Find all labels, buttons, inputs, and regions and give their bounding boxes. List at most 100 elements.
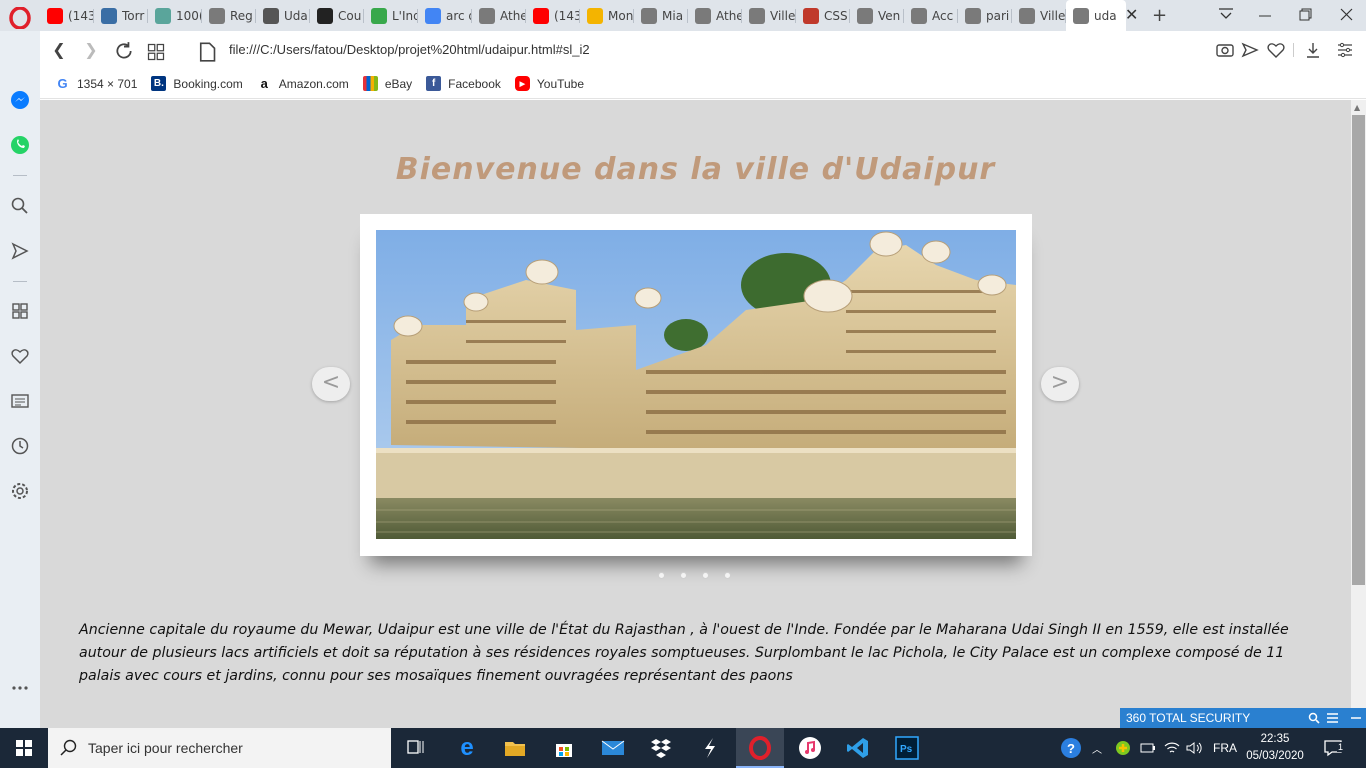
menu-icon[interactable] — [1327, 713, 1338, 723]
slider-dot-2[interactable] — [680, 572, 687, 579]
tab[interactable]: (143 — [526, 0, 580, 31]
tab[interactable]: Acc — [904, 0, 958, 31]
bookmark-ebay[interactable]: eBay — [362, 76, 413, 91]
grid-icon — [911, 7, 927, 24]
bookmark-label: Booking.com — [173, 76, 243, 91]
edge-icon[interactable]: e — [443, 728, 491, 768]
download-icon[interactable] — [1303, 40, 1323, 60]
wifi-icon[interactable] — [1164, 728, 1180, 768]
tab-close-icon[interactable]: ✕ — [1125, 7, 1139, 23]
tab[interactable]: Athe — [472, 0, 526, 31]
minimize-icon[interactable] — [1259, 15, 1271, 17]
tab[interactable]: Athe — [688, 0, 742, 31]
tab[interactable]: pari — [958, 0, 1012, 31]
easy-setup-icon[interactable] — [1335, 40, 1355, 60]
bookmark-facebook[interactable]: f Facebook — [426, 76, 501, 91]
system-clock[interactable]: 22:35 05/03/2020 — [1240, 731, 1310, 765]
notification-center-icon[interactable]: 1 — [1324, 728, 1345, 768]
tab-menu-icon[interactable] — [1218, 8, 1234, 22]
tab[interactable]: arc d — [418, 0, 472, 31]
tab[interactable]: Ville — [742, 0, 796, 31]
tab[interactable]: CSS — [796, 0, 850, 31]
heart-icon[interactable] — [10, 346, 30, 366]
bookmark-google[interactable]: G 1354 × 701 — [55, 76, 137, 91]
restore-icon[interactable] — [1299, 8, 1312, 21]
vertical-scrollbar[interactable]: ▲ — [1351, 100, 1366, 728]
file-explorer-icon[interactable] — [491, 728, 539, 768]
history-icon[interactable] — [10, 436, 30, 456]
slider-prev-button[interactable]: < — [312, 367, 350, 401]
settings-gear-icon[interactable] — [10, 481, 30, 501]
close-window-icon[interactable] — [1340, 8, 1353, 21]
minimize-icon[interactable] — [1351, 717, 1361, 719]
vscode-icon[interactable] — [834, 728, 882, 768]
back-icon[interactable]: ❮ — [49, 40, 69, 60]
slider-next-button[interactable]: > — [1041, 367, 1079, 401]
windows-start-icon[interactable] — [0, 728, 48, 768]
bookmark-label: eBay — [384, 76, 413, 91]
app-icon[interactable] — [686, 728, 734, 768]
slider-dot-3[interactable] — [702, 572, 709, 579]
battery-icon[interactable] — [1140, 728, 1156, 768]
tab[interactable]: L'Ind — [364, 0, 418, 31]
scroll-thumb[interactable] — [1352, 115, 1365, 585]
taskbar-search-box[interactable]: Taper ici pour rechercher — [48, 728, 391, 768]
search-icon[interactable] — [1308, 712, 1320, 724]
search-icon[interactable] — [10, 196, 30, 216]
search-placeholder: Taper ici pour rechercher — [88, 740, 243, 756]
bookmark-amazon[interactable]: a Amazon.com — [257, 76, 349, 91]
url-field[interactable]: file:///C:/Users/fatou/Desktop/projet%20… — [229, 42, 590, 57]
dropbox-icon[interactable] — [637, 728, 685, 768]
show-hidden-icons-chevron-icon[interactable]: ︿ — [1092, 728, 1102, 768]
more-options-icon[interactable] — [10, 678, 30, 698]
tab[interactable]: (143 — [40, 0, 94, 31]
language-indicator[interactable]: FRA — [1213, 728, 1237, 768]
volume-icon[interactable] — [1186, 728, 1202, 768]
bookmark-label: Facebook — [448, 76, 501, 91]
opera-taskbar-icon[interactable] — [736, 728, 784, 768]
bookmark-youtube[interactable]: ▶ YouTube — [514, 76, 584, 91]
tab[interactable]: Cou — [310, 0, 364, 31]
scroll-up-arrow-icon[interactable]: ▲ — [1354, 103, 1360, 112]
tab[interactable]: Torr — [94, 0, 148, 31]
itunes-icon[interactable] — [786, 728, 834, 768]
page-icon — [695, 7, 711, 24]
messenger-icon[interactable] — [10, 90, 30, 110]
slider-dot-1[interactable] — [658, 572, 665, 579]
security-banner[interactable]: 360 TOTAL SECURITY — [1120, 708, 1366, 728]
photoshop-icon[interactable]: Ps — [883, 728, 931, 768]
tab[interactable]: Reg — [202, 0, 256, 31]
opera-logo-icon[interactable] — [9, 7, 31, 29]
tab[interactable]: Uda — [256, 0, 310, 31]
forward-icon[interactable]: ❯ — [81, 40, 101, 60]
share-send-icon[interactable] — [1240, 40, 1260, 60]
reload-icon[interactable] — [114, 41, 134, 61]
new-tab-button[interactable]: + — [1152, 5, 1167, 26]
bookmark-label: 1354 × 701 — [77, 76, 138, 91]
tab-active[interactable]: uda — [1066, 0, 1126, 31]
mail-icon[interactable] — [589, 728, 637, 768]
speed-dial-icon[interactable] — [10, 301, 30, 321]
amazon-icon: a — [260, 76, 268, 91]
news-icon[interactable] — [10, 391, 30, 411]
tab[interactable]: Mia — [634, 0, 688, 31]
antivirus-tray-icon[interactable] — [1115, 728, 1131, 768]
help-tray-icon[interactable]: ? — [1060, 728, 1082, 768]
bookmark-heart-icon[interactable] — [1266, 40, 1286, 60]
tabs-grid-icon[interactable] — [146, 42, 166, 62]
send-icon[interactable] — [10, 241, 30, 261]
tab[interactable]: Mon — [580, 0, 634, 31]
tab-title: Ville — [770, 8, 796, 23]
snapshot-camera-icon[interactable] — [1215, 40, 1235, 60]
tab[interactable]: Ville — [1012, 0, 1066, 31]
whatsapp-icon[interactable] — [10, 135, 30, 155]
tab[interactable]: 100( — [148, 0, 202, 31]
task-view-icon[interactable] — [392, 728, 440, 768]
bookmark-booking[interactable]: B. Booking.com — [151, 76, 243, 91]
tab-title: Ven — [878, 8, 901, 23]
google-icon — [425, 7, 441, 24]
slider-dot-4[interactable] — [724, 572, 731, 579]
tab[interactable]: Ven — [850, 0, 904, 31]
ebay-icon — [362, 76, 378, 91]
store-icon[interactable] — [540, 728, 588, 768]
